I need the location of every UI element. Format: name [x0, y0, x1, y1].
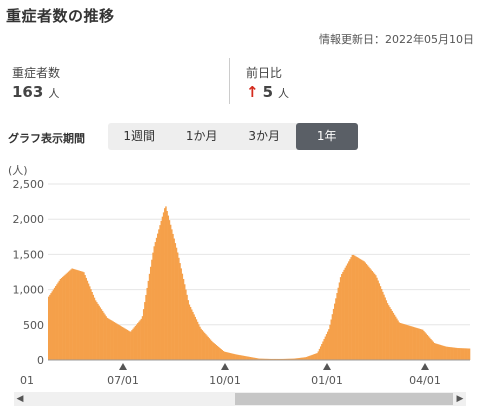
tab-3-months[interactable]: 3か月: [233, 123, 296, 150]
tab-1-month[interactable]: 1か月: [171, 123, 234, 150]
page-title: 重症者数の推移: [6, 7, 115, 25]
y-tick-label: 2,000: [13, 213, 45, 226]
x-tick-marker: [323, 363, 331, 370]
scroll-right-button[interactable]: ▶: [454, 392, 466, 406]
severe-count-value: 163 人: [12, 83, 59, 101]
tab-1-year[interactable]: 1年: [295, 123, 358, 150]
y-axis-unit-label: (人): [8, 164, 28, 177]
y-tick-label: 1,000: [13, 284, 45, 297]
severe-count-number: 163: [12, 83, 44, 101]
x-tick-label: 01/01: [311, 374, 343, 387]
prev-day-value: ↑ 5 人: [246, 83, 289, 101]
update-date: 情報更新日：2022年05月10日: [319, 33, 474, 46]
x-tick-label: 07/01: [107, 374, 139, 387]
y-tick-label: 0: [37, 354, 44, 367]
x-tick-marker: [221, 363, 229, 370]
prev-day-number: 5: [262, 83, 274, 101]
x-tick-marker: [421, 363, 429, 370]
period-label: グラフ表示期間: [8, 132, 85, 145]
arrow-up-icon: ↑: [246, 83, 259, 101]
prev-day-label: 前日比: [246, 66, 283, 80]
x-tick-label: 01: [20, 374, 34, 387]
scrollbar-thumb[interactable]: [235, 393, 453, 405]
prev-day-unit: 人: [278, 87, 290, 100]
chart-bar: [468, 348, 471, 360]
period-tabs: 1週間 1か月 3か月 1年: [108, 123, 358, 150]
tab-1-week[interactable]: 1週間: [108, 123, 171, 150]
y-tick-label: 2,500: [13, 178, 45, 191]
severe-count-label: 重症者数: [12, 66, 61, 80]
severe-cases-chart: (人) 0 500 1,000 1,500 2,000 2,500 01 07/01 10/01 0…: [8, 164, 471, 387]
x-tick-label: 10/01: [209, 374, 241, 387]
stats-divider: [229, 58, 230, 104]
x-tick-marker: [119, 363, 127, 370]
x-tick-label: 04/01: [409, 374, 441, 387]
severe-count-unit: 人: [48, 87, 60, 100]
y-tick-label: 1,500: [13, 248, 45, 261]
y-tick-label: 500: [23, 319, 44, 332]
scroll-left-button[interactable]: ◀: [14, 392, 26, 406]
